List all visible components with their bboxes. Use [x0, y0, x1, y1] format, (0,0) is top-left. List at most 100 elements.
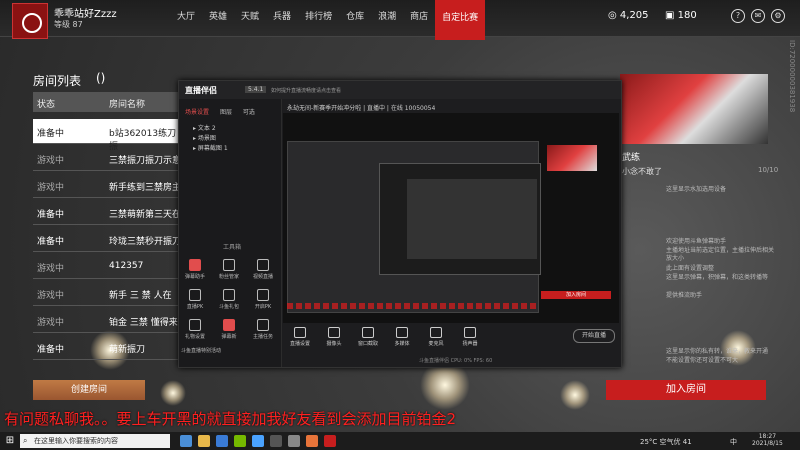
table-row[interactable]: 准备中 萌新振刀: [33, 335, 183, 360]
tool-event[interactable]: 斗鱼直播特别活动: [181, 347, 277, 354]
row-name: 三禁振刀振刀示意: [109, 156, 182, 166]
row-status: 准备中: [37, 345, 65, 355]
tool-video[interactable]: 视频直播: [249, 259, 277, 280]
start-live-button[interactable]: 开始直播: [573, 329, 615, 343]
settings-icon[interactable]: ⚙: [771, 9, 785, 23]
light-bokeh: [160, 380, 186, 406]
nav-weapons[interactable]: 兵器: [266, 8, 298, 26]
room-banner-image: [620, 74, 768, 144]
avatar[interactable]: [12, 3, 48, 39]
app-icon[interactable]: [252, 435, 264, 447]
create-room-button[interactable]: 创建房间: [33, 380, 145, 400]
table-row[interactable]: 准备中 玲珑三禁秒开振刀: [33, 227, 183, 252]
row-name: 三禁萌新第三天在: [109, 210, 182, 220]
room-info-line: 主播地址当前选定位置，主播拉伸后相关放大小: [666, 247, 775, 262]
speaker-button[interactable]: 扬声器: [455, 327, 485, 347]
ime-indicator[interactable]: 中: [730, 437, 737, 447]
microphone-button[interactable]: 麦克风: [421, 327, 451, 347]
taskbar-search-input[interactable]: ⌕ 在这里输入你要搜索的内容: [20, 434, 170, 448]
scene-item[interactable]: ▸ 屏幕截图 1: [193, 143, 228, 152]
file-explorer-icon[interactable]: [198, 435, 210, 447]
tool-tasks[interactable]: 主播任务: [249, 319, 277, 340]
streaming-app-window[interactable]: 直播伴侣 5.4.1 如何提升直播流畅度请点击查看 场景设置 图层 可选 ▸ 文…: [178, 80, 622, 368]
app-left-panel: 场景设置 图层 可选 ▸ 文本 2 ▸ 场景图 ▸ 屏幕截图 1 工具箱 弹幕助…: [179, 99, 282, 367]
button-label: 扬声器: [462, 341, 478, 347]
room-info-line: 这里显示弹幕，积弹幕，和这类转播等: [666, 274, 769, 281]
nav-custom-match[interactable]: 自定比赛: [435, 0, 486, 40]
table-row[interactable]: 准备中 b站362013练刀振: [33, 119, 183, 152]
tab-scene-settings[interactable]: 场景设置: [185, 109, 209, 116]
nav-shop[interactable]: 商店: [403, 8, 435, 26]
app-icon[interactable]: [270, 435, 282, 447]
tool-label: 弹幕助手: [184, 274, 205, 280]
tool-gift-settings[interactable]: 礼物设置: [181, 319, 209, 340]
table-row[interactable]: 游戏中 铂金 三禁 懂得来: [33, 308, 183, 333]
tool-danmaku[interactable]: 弹幕助手: [181, 259, 209, 280]
nav-lobby[interactable]: 大厅: [170, 8, 202, 26]
tools-label: 工具箱: [223, 244, 242, 251]
window-capture-button[interactable]: 窗口截取: [353, 327, 383, 347]
camera-icon: [328, 327, 340, 338]
user-name: 乖乖站好Zzzz: [54, 9, 117, 20]
stream-info: 永劫无间-新赛季开始冲分啦 | 直播中 | 在线 10050054: [287, 105, 436, 112]
stream-caption: 有问题私聊我。。要上车开黑的就直接加我好友看到会添加目前铂金2: [4, 410, 457, 428]
room-detail-title: 武练: [622, 153, 641, 163]
task-view-icon[interactable]: [180, 435, 192, 447]
microphone-icon: [430, 327, 442, 338]
room-player-count: 10/10: [758, 166, 779, 174]
app-notice-link[interactable]: 如何提升直播流畅度请点击查看: [271, 87, 341, 94]
table-row[interactable]: 游戏中 412357: [33, 254, 183, 279]
scene-item[interactable]: ▸ 文本 2: [193, 123, 216, 132]
table-row[interactable]: 游戏中 新手练到三禁房主: [33, 173, 183, 198]
refresh-icon[interactable]: (): [96, 71, 105, 85]
clock[interactable]: 18:27 2021/8/15: [752, 433, 783, 447]
room-info-line: 此上面有设置调整: [666, 265, 715, 272]
nav-wave[interactable]: 浪潮: [371, 8, 403, 26]
nav-storage[interactable]: 仓库: [339, 8, 371, 26]
app-status-bar: 斗鱼直播伴侣 CPU: 0% FPS: 60: [419, 358, 493, 364]
windows-start-icon[interactable]: ⊞: [4, 435, 16, 447]
app-icon[interactable]: [288, 435, 300, 447]
live-settings-button[interactable]: 直播设置: [285, 327, 315, 347]
tool-gift[interactable]: 斗鱼礼包: [215, 289, 243, 310]
app-bottom-bar: 直播设置 摄像头 窗口截取 多媒体 麦克风 扬声器 开始直播: [283, 325, 619, 353]
tool-fans[interactable]: 粉丝管家: [215, 259, 243, 280]
nav-heroes[interactable]: 英雄: [202, 8, 234, 26]
button-label: 摄像头: [326, 341, 342, 347]
tool-label: 弹幕新: [221, 334, 237, 340]
avatar-emblem-icon: [22, 13, 42, 33]
tool-pk[interactable]: 直播PK: [181, 289, 209, 310]
edge-icon[interactable]: [216, 435, 228, 447]
table-row[interactable]: 准备中 三禁萌新第三天在: [33, 200, 183, 225]
camera-button[interactable]: 摄像头: [319, 327, 349, 347]
danmaku-icon: [189, 259, 201, 271]
tool-open-pk[interactable]: 开启PK: [249, 289, 277, 310]
row-name: 萌新振刀: [109, 345, 146, 355]
streaming-app-icon[interactable]: [306, 435, 318, 447]
tool-label: 斗鱼礼包: [218, 304, 239, 310]
media-button[interactable]: 多媒体: [387, 327, 417, 347]
nav-talents[interactable]: 天赋: [234, 8, 266, 26]
mail-icon[interactable]: ✉: [751, 9, 765, 23]
media-icon: [396, 327, 408, 338]
table-row[interactable]: 游戏中 新手 三 禁 人在: [33, 281, 183, 306]
nav-leaderboard[interactable]: 排行榜: [298, 8, 339, 26]
join-room-button[interactable]: 加入房间: [606, 380, 766, 400]
weather-status[interactable]: 25°C 空气优 41: [640, 437, 692, 447]
room-table-header: 状态 房间名称: [33, 92, 183, 112]
gem-value: 180: [677, 10, 697, 21]
row-name: 新手练到三禁房主: [109, 183, 182, 193]
scene-item[interactable]: ▸ 场景图: [193, 133, 216, 142]
nvidia-icon[interactable]: [234, 435, 246, 447]
tab-optional[interactable]: 可选: [243, 109, 255, 116]
help-icon[interactable]: ?: [731, 9, 745, 23]
table-row[interactable]: 游戏中 三禁振刀振刀示意: [33, 146, 183, 171]
tool-danmaku-new[interactable]: 弹幕新: [215, 319, 243, 340]
coin-value: 4,205: [619, 10, 649, 21]
tool-label: 粉丝管家: [218, 274, 239, 280]
tab-layers[interactable]: 图层: [220, 109, 232, 116]
tool-label: 视频直播: [252, 274, 273, 280]
nested-preview-window: [407, 179, 537, 259]
game-icon[interactable]: [324, 435, 336, 447]
main-nav: 大厅 英雄 天赋 兵器 排行榜 仓库 浪潮 商店 自定比赛: [170, 0, 486, 40]
